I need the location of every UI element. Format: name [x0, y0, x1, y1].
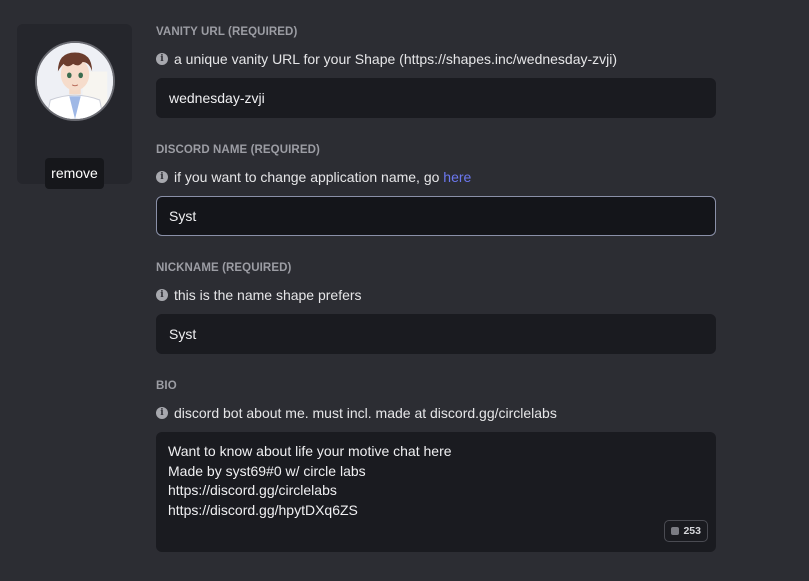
bio-line: Made by syst69#0 w/ circle labs — [168, 462, 366, 479]
bio-hint-text: discord bot about me. must incl. made at… — [174, 405, 557, 421]
vanity-url-field: VANITY URL (REQUIRED) i a unique vanity … — [156, 24, 716, 118]
discord-name-hint-text: if you want to change application name, … — [174, 169, 444, 185]
vanity-url-hint: i a unique vanity URL for your Shape (ht… — [156, 50, 716, 68]
character-count-icon — [671, 527, 680, 535]
discord-name-hint: i if you want to change application name… — [156, 168, 716, 186]
discord-name-label: DISCORD NAME (REQUIRED) — [156, 144, 320, 156]
bio-field: BIO i discord bot about me. must incl. m… — [156, 378, 716, 552]
nickname-label: NICKNAME (REQUIRED) — [156, 262, 292, 274]
character-counter: 253 — [664, 520, 708, 542]
nickname-hint-text: this is the name shape prefers — [174, 287, 362, 303]
bio-label: BIO — [156, 380, 177, 392]
nickname-hint: i this is the name shape prefers — [156, 286, 716, 304]
info-icon: i — [156, 171, 168, 183]
remove-avatar-button[interactable]: remove — [45, 158, 104, 189]
vanity-url-hint-text: a unique vanity URL for your Shape (http… — [174, 51, 618, 67]
vanity-url-input[interactable] — [156, 78, 716, 118]
bio-hint: i discord bot about me. must incl. made … — [156, 404, 716, 422]
info-icon: i — [156, 53, 168, 65]
avatar[interactable] — [35, 41, 115, 121]
discord-name-input[interactable] — [156, 196, 716, 236]
bio-line: https://discord.gg/circlelabs — [168, 482, 337, 498]
discord-name-field: DISCORD NAME (REQUIRED) i if you want to… — [156, 142, 716, 236]
avatar-card: remove — [17, 24, 132, 189]
bio-textarea[interactable]: Want to know about life your motive chat… — [156, 432, 716, 552]
nickname-field: NICKNAME (REQUIRED) i this is the name s… — [156, 260, 716, 354]
vanity-url-label: VANITY URL (REQUIRED) — [156, 26, 298, 38]
bio-line: https://discord.gg/hpytDXq6ZS — [168, 501, 358, 518]
character-count: 253 — [683, 525, 701, 537]
profile-settings-page: remove VANITY URL (REQUIRED) i a unique … — [0, 0, 809, 581]
info-icon: i — [156, 289, 168, 301]
bio-line: Want to know about life your motive chat… — [168, 443, 452, 459]
info-icon: i — [156, 407, 168, 419]
nickname-input[interactable] — [156, 314, 716, 354]
avatar-image — [37, 43, 113, 119]
change-application-name-link[interactable]: here — [443, 169, 471, 185]
